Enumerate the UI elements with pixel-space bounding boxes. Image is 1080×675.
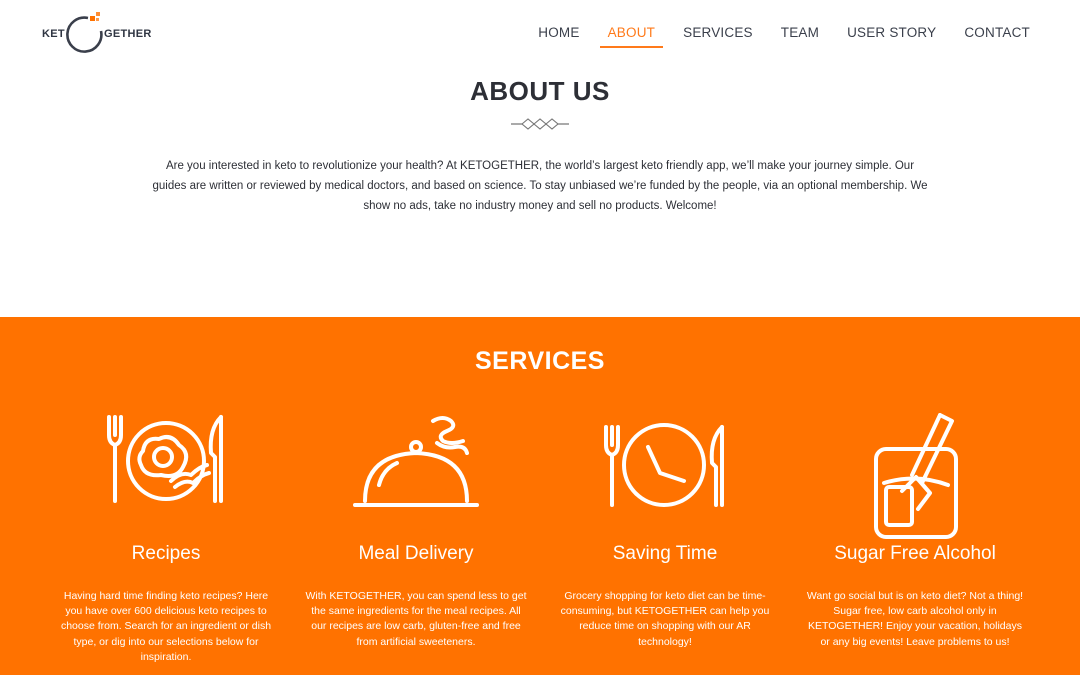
service-title-meal-delivery: Meal Delivery bbox=[358, 543, 474, 564]
nav-about[interactable]: ABOUT bbox=[594, 24, 670, 48]
logo-text-left: KET bbox=[42, 28, 65, 40]
logo-text-right: GETHER bbox=[104, 28, 152, 40]
about-section: ABOUT US Are you interested in keto to r… bbox=[0, 66, 1080, 317]
service-text-meal-delivery: With KETOGETHER, you can spend less to g… bbox=[305, 590, 527, 648]
service-card-sugar-free-alcohol: Sugar Free Alcohol Want go social but is… bbox=[800, 413, 1030, 650]
main-nav: HOME ABOUT SERVICES TEAM USER STORY CONT… bbox=[524, 24, 1044, 48]
service-card-meal-delivery: Meal Delivery With KETOGETHER, you can s… bbox=[301, 413, 531, 650]
nav-home[interactable]: HOME bbox=[524, 24, 593, 48]
service-card-saving-time: Saving Time Grocery shopping for keto di… bbox=[550, 413, 780, 650]
services-section: SERVICES Recipes Having hard time findin… bbox=[0, 317, 1080, 675]
nav-user-story[interactable]: USER STORY bbox=[833, 24, 950, 48]
service-title-recipes: Recipes bbox=[131, 543, 201, 564]
plate-clock-icon bbox=[604, 423, 724, 507]
diamond-divider-icon bbox=[511, 118, 569, 130]
nav-services[interactable]: SERVICES bbox=[669, 24, 767, 48]
about-text: Are you interested in keto to revolution… bbox=[152, 160, 928, 212]
service-card-recipes: Recipes Having hard time finding keto re… bbox=[51, 413, 281, 665]
logo[interactable]: KET GETHER bbox=[40, 12, 152, 54]
service-title-sugar-free-alcohol: Sugar Free Alcohol bbox=[834, 543, 996, 564]
nav-contact[interactable]: CONTACT bbox=[950, 24, 1044, 48]
service-text-saving-time: Grocery shopping for keto diet can be ti… bbox=[560, 590, 770, 648]
service-text-recipes: Having hard time finding keto recipes? H… bbox=[60, 590, 272, 663]
service-text-sugar-free-alcohol: Want go social but is on keto diet? Not … bbox=[806, 590, 1024, 648]
about-title: ABOUT US bbox=[470, 76, 610, 106]
header: KET GETHER HOME ABOUT SERVICES TEAM USER… bbox=[0, 0, 1080, 66]
services-title: SERVICES bbox=[475, 347, 605, 375]
glass-straw-icon bbox=[874, 413, 958, 539]
logo-ring-icon bbox=[66, 12, 103, 53]
nav-team[interactable]: TEAM bbox=[767, 24, 833, 48]
service-title-saving-time: Saving Time bbox=[612, 543, 718, 564]
cloche-icon bbox=[353, 416, 479, 507]
plate-egg-icon bbox=[107, 415, 223, 503]
